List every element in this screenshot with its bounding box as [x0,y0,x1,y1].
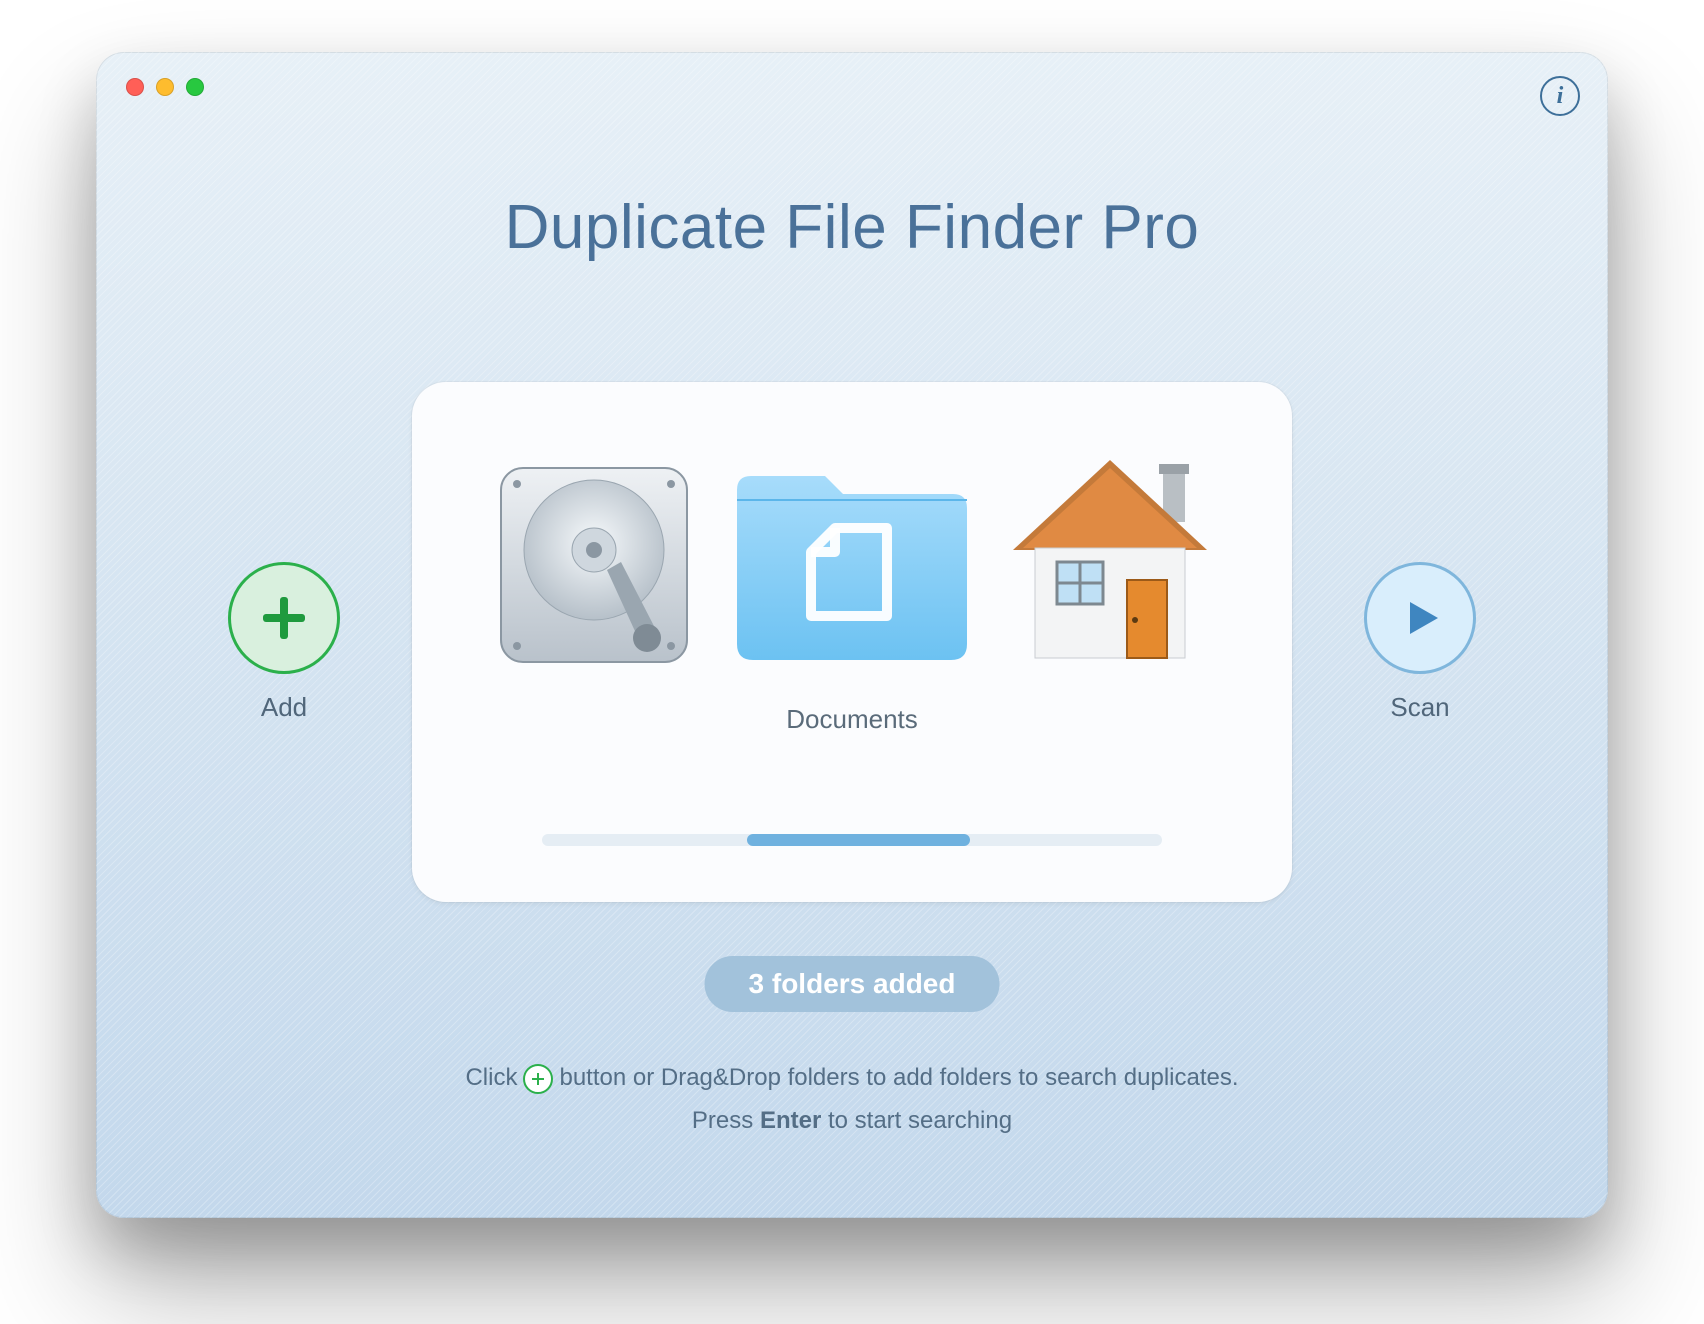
hard-drive-icon[interactable] [479,450,709,680]
play-icon [1396,594,1444,642]
scan-control: Scan [1340,562,1500,723]
info-icon: i [1557,83,1564,110]
zoom-window-button[interactable] [186,78,204,96]
hint-line1-after: button or Drag&Drop folders to add folde… [559,1056,1238,1099]
folder-icons-row [479,430,1225,680]
minimize-window-button[interactable] [156,78,174,96]
main-row: Add [96,372,1608,912]
folders-added-pill: 3 folders added [705,956,1000,1012]
close-window-button[interactable] [126,78,144,96]
scan-button[interactable] [1364,562,1476,674]
hint-text: Click button or Drag&Drop folders to add… [96,1056,1608,1142]
scan-button-label: Scan [1390,692,1449,723]
folder-scrollbar-track[interactable] [542,834,1162,846]
hint-line1-before: Click [465,1056,517,1099]
add-button-label: Add [261,692,307,723]
app-title: Duplicate File Finder Pro [96,192,1608,263]
hint-line2-after: to start searching [828,1107,1012,1134]
add-button[interactable] [228,562,340,674]
app-window: i Duplicate File Finder Pro Add [96,52,1608,1218]
info-button[interactable]: i [1540,76,1580,116]
hint-line2-before: Press [692,1107,753,1134]
hint-line2-bold: Enter [760,1107,821,1134]
documents-folder-icon[interactable] [717,430,987,680]
folder-scrollbar-thumb[interactable] [747,834,970,846]
window-traffic-lights [126,78,204,96]
add-control: Add [204,562,364,723]
drop-area[interactable]: Documents [412,382,1292,902]
selected-folder-label: Documents [786,704,918,735]
plus-icon [257,591,311,645]
home-folder-icon[interactable] [995,430,1225,680]
plus-icon [523,1064,553,1094]
